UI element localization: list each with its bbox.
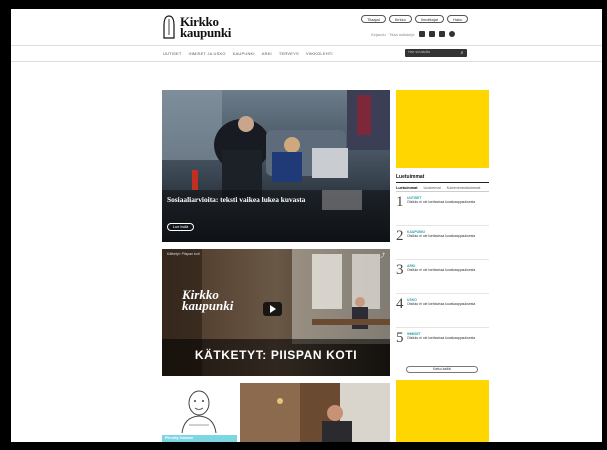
site-logo[interactable]: Kirkko kaupunki (162, 15, 242, 45)
nav-item[interactable]: TERVEYS (279, 51, 299, 56)
most-read-widget: Luetuimmat Luetuimmat Uusimmat Kommentoi… (396, 174, 489, 378)
item-divider (396, 327, 489, 328)
share-icon[interactable]: ⤴ (380, 252, 385, 259)
instagram-icon[interactable] (438, 31, 445, 37)
video-logo: Kirkko kaupunki (182, 288, 234, 313)
illustration-image (181, 390, 217, 434)
video-title[interactable]: KÄTKETYT: PIISPAN KOTI (162, 348, 390, 362)
item-title[interactable]: Otsikko ei ole luettavissa kuvakaappauks… (407, 268, 485, 272)
pill-advertisers[interactable]: Ilmoittajat (414, 15, 444, 23)
item-divider (396, 293, 489, 294)
tab-most-read[interactable]: Luetuimmat (396, 186, 418, 190)
facebook-icon[interactable] (418, 31, 425, 37)
card-label: Piirretty ihminen (162, 435, 237, 442)
tab-most-commented[interactable]: Kommentoiduimmat (447, 186, 481, 190)
tab-newest[interactable]: Uusimmat (424, 186, 441, 190)
card-label-text[interactable]: Piirretty ihminen (165, 436, 193, 440)
nav-item[interactable]: VIIKKOLEHTI (306, 51, 333, 56)
logo-mark-icon (163, 15, 175, 39)
pill-search[interactable]: Haku (447, 15, 469, 23)
rank-number: 4 (396, 296, 404, 312)
list-item[interactable]: 2 KAUPUNKI Otsikko ei ole luettavissa ku… (396, 229, 489, 261)
item-divider (396, 259, 489, 260)
rank-number: 1 (396, 194, 404, 210)
twitter-icon[interactable] (428, 31, 435, 37)
hero-image (162, 90, 390, 242)
header-small-link[interactable]: Kirjaudu · Tilaa uutiskirje (371, 32, 415, 37)
item-divider (396, 225, 489, 226)
photo-image (240, 383, 390, 442)
pill-subscribers[interactable]: Tilaajat (361, 15, 386, 23)
rank-number: 3 (396, 262, 404, 278)
search-icon[interactable]: ⌕ (459, 50, 465, 56)
nav-item[interactable]: IHMISET JA USKO (189, 51, 226, 56)
nav-item[interactable]: ARKI (262, 51, 272, 56)
logo-text: Kirkko kaupunki (180, 15, 232, 40)
search-box[interactable]: Hae sivustolta ⌕ (405, 49, 467, 57)
list-item[interactable]: 5 IHMISET Otsikko ei ole luettavissa kuv… (396, 331, 489, 363)
play-button-icon[interactable] (263, 302, 282, 316)
ad-banner-top[interactable] (396, 90, 489, 168)
item-title[interactable]: Otsikko ei ole luettavissa kuvakaappauks… (407, 200, 485, 204)
rss-icon[interactable] (448, 31, 455, 37)
hero-article[interactable]: Sosiaaliarvioita: teksti vaikea lukea ku… (162, 90, 390, 242)
ad-banner-bottom[interactable] (396, 380, 489, 442)
header-divider (11, 45, 602, 46)
logo-line2: kaupunki (180, 25, 232, 40)
pill-church[interactable]: Kirkko (388, 15, 412, 23)
search-input[interactable]: Hae sivustolta (408, 50, 430, 54)
video-player[interactable]: Kätketyt: Piispan koti ⤴ Kirkko kaupunki… (162, 249, 390, 376)
main-nav: UUTISET IHMISET JA USKO KAUPUNKI ARKI TE… (163, 51, 333, 56)
widget-title-rule (396, 182, 489, 183)
nav-divider (11, 61, 602, 62)
rank-number: 2 (396, 228, 404, 244)
list-item[interactable]: 1 UUTISET Otsikko ei ole luettavissa kuv… (396, 195, 489, 227)
item-title[interactable]: Otsikko ei ole luettavissa kuvakaappauks… (407, 302, 485, 306)
hero-read-more-button[interactable]: Lue lisää (167, 223, 195, 231)
widget-title: Luetuimmat (396, 174, 425, 180)
hero-title[interactable]: Sosiaaliarvioita: teksti vaikea lukea ku… (167, 195, 377, 205)
header-right: Kirjaudu · Tilaa uutiskirje (371, 31, 455, 37)
nav-item[interactable]: KAUPUNKI (233, 51, 255, 56)
item-title[interactable]: Otsikko ei ole luettavissa kuvakaappauks… (407, 234, 485, 238)
list-item[interactable]: 4 USKO Otsikko ei ole luettavissa kuvaka… (396, 297, 489, 329)
video-top-title: Kätketyt: Piispan koti (167, 252, 200, 256)
nav-item[interactable]: UUTISET (163, 51, 182, 56)
list-item[interactable]: 3 ARKI Otsikko ei ole luettavissa kuvaka… (396, 263, 489, 295)
show-all-button[interactable]: Katso kaikki (406, 366, 478, 373)
widget-tabs: Luetuimmat Uusimmat Kommentoiduimmat (396, 186, 480, 190)
header-pill-group: Tilaajat Kirkko Ilmoittajat Haku (361, 15, 469, 23)
illustration-card[interactable]: Piirretty ihminen (162, 383, 237, 442)
rank-number: 5 (396, 330, 404, 346)
item-title[interactable]: Otsikko ei ole luettavissa kuvakaappauks… (407, 336, 485, 340)
widget-tab-rule (396, 191, 489, 192)
video-logo-line2: kaupunki (182, 298, 234, 313)
photo-card[interactable] (240, 383, 390, 442)
browser-page: Kirkko kaupunki Tilaajat Kirkko Ilmoitta… (11, 9, 602, 442)
